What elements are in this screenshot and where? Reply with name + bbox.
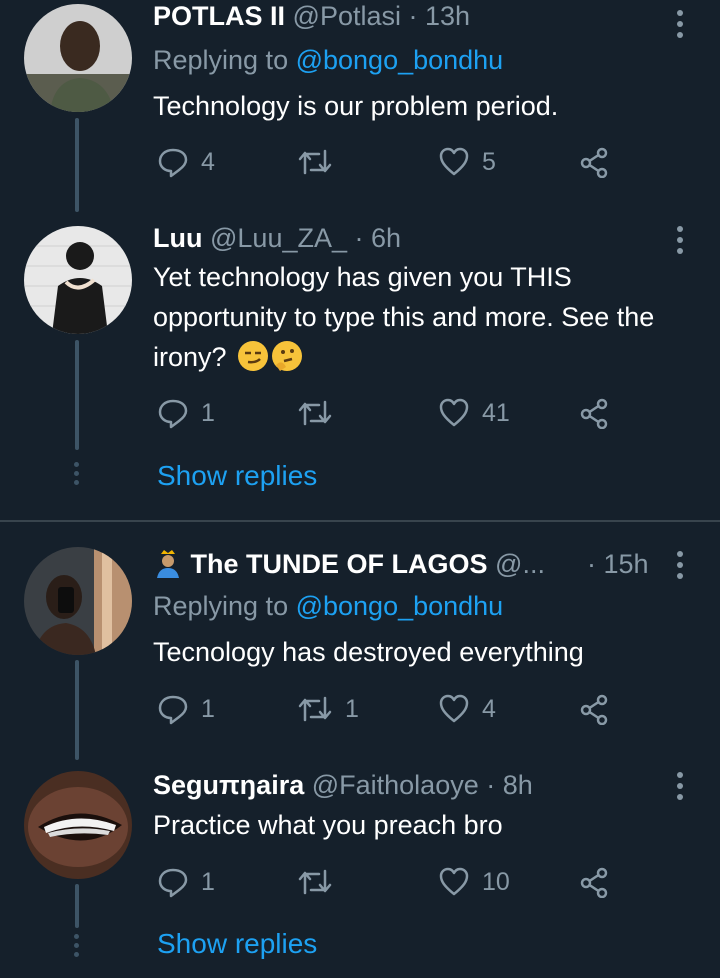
replying-to-link[interactable]: @bongo_bondhu	[296, 45, 504, 75]
thread-dots	[73, 934, 81, 961]
timestamp[interactable]: · 13h	[409, 1, 471, 31]
reply-button[interactable]: 1	[157, 866, 215, 898]
display-name[interactable]: Seguπŋaira	[153, 770, 304, 800]
user-handle[interactable]: @Luu_ZA_	[210, 223, 347, 253]
tweet-text-content: Yet technology has given you THIS opport…	[153, 262, 655, 372]
like-button[interactable]: 5	[438, 146, 496, 178]
retweet-icon	[298, 696, 332, 722]
tweet-text: Practice what you preach bro	[153, 810, 503, 840]
retweet-button[interactable]	[297, 866, 345, 898]
tweet-text: Yet technology has given you THIS opport…	[153, 257, 683, 377]
more-options-icon[interactable]	[672, 226, 688, 256]
share-button[interactable]	[578, 146, 610, 178]
show-replies-link[interactable]: Show replies	[157, 928, 317, 960]
timestamp[interactable]: · 8h	[486, 770, 533, 800]
person-with-crown-icon	[153, 548, 183, 578]
replying-to: Replying to @bongo_bondhu	[153, 43, 503, 77]
avatar[interactable]	[24, 771, 132, 879]
retweet-button[interactable]	[297, 146, 345, 178]
thread-line	[75, 660, 79, 760]
reply-count: 1	[201, 398, 215, 427]
display-name[interactable]: The TUNDE OF LAGOS	[191, 549, 488, 579]
replying-to-label: Replying to	[153, 591, 296, 621]
like-count: 41	[482, 398, 510, 427]
like-button[interactable]: 4	[438, 693, 496, 725]
retweet-button[interactable]	[297, 397, 345, 429]
reply-button[interactable]: 4	[157, 146, 215, 178]
like-count: 5	[482, 147, 496, 176]
smirking-face-icon	[238, 341, 269, 371]
show-replies-link[interactable]: Show replies	[157, 460, 317, 492]
thinking-face-icon	[272, 341, 303, 371]
reply-count: 1	[201, 867, 215, 896]
timestamp[interactable]: · 15h	[587, 549, 649, 579]
display-name[interactable]: Luu	[153, 223, 202, 253]
tweet-header: POTLAS II @Potlasi · 13h	[153, 0, 470, 32]
more-options-icon[interactable]	[672, 551, 688, 581]
reply-icon	[158, 868, 188, 898]
retweet-icon	[298, 400, 332, 426]
share-icon	[580, 147, 608, 178]
share-button[interactable]	[578, 693, 610, 725]
display-name[interactable]: POTLAS II	[153, 1, 285, 31]
reply-icon	[158, 399, 188, 429]
heart-icon	[439, 694, 469, 723]
reply-button[interactable]: 1	[157, 397, 215, 429]
more-options-icon[interactable]	[672, 772, 688, 802]
tweet-header: Seguπŋaira @Faitholaoye · 8h	[153, 769, 533, 801]
user-handle[interactable]: @Faitholaoye	[312, 770, 479, 800]
share-button[interactable]	[578, 866, 610, 898]
reply-count: 4	[201, 147, 215, 176]
replying-to-label: Replying to	[153, 45, 296, 75]
timestamp[interactable]: · 6h	[355, 223, 402, 253]
user-handle[interactable]: @Potlasi	[293, 1, 401, 31]
reply-count: 1	[201, 694, 215, 723]
replying-to-link[interactable]: @bongo_bondhu	[296, 591, 504, 621]
thread-dots	[73, 462, 81, 489]
retweet-icon	[298, 149, 332, 175]
thread-line	[75, 118, 79, 212]
like-count: 4	[482, 694, 496, 723]
like-button[interactable]: 41	[438, 397, 510, 429]
share-icon	[580, 398, 608, 429]
heart-icon	[439, 147, 469, 176]
heart-icon	[439, 398, 469, 427]
tweet-text: Tecnology has destroyed everything	[153, 637, 584, 667]
retweet-count: 1	[345, 694, 359, 723]
reply-icon	[158, 695, 188, 725]
reply-icon	[158, 148, 188, 178]
retweet-icon	[298, 869, 332, 895]
thread-line	[75, 340, 79, 450]
user-handle[interactable]: @...	[495, 549, 545, 579]
tweet-header: The TUNDE OF LAGOS @...	[153, 548, 545, 580]
tweet-header: Luu @Luu_ZA_ · 6h	[153, 222, 401, 254]
replying-to: Replying to @bongo_bondhu	[153, 589, 503, 623]
share-icon	[580, 694, 608, 725]
avatar[interactable]	[24, 226, 132, 334]
retweet-button[interactable]: 1	[297, 693, 359, 725]
reply-button[interactable]: 1	[157, 693, 215, 725]
like-count: 10	[482, 867, 510, 896]
avatar[interactable]	[24, 547, 132, 655]
avatar[interactable]	[24, 4, 132, 112]
tweet-time: · 15h	[587, 548, 649, 580]
more-options-icon[interactable]	[672, 10, 688, 40]
share-button[interactable]	[578, 397, 610, 429]
like-button[interactable]: 10	[438, 866, 510, 898]
divider	[0, 520, 720, 522]
share-icon	[580, 867, 608, 898]
thread-line	[75, 884, 79, 928]
tweet-text: Technology is our problem period.	[153, 91, 559, 121]
heart-icon	[439, 867, 469, 896]
